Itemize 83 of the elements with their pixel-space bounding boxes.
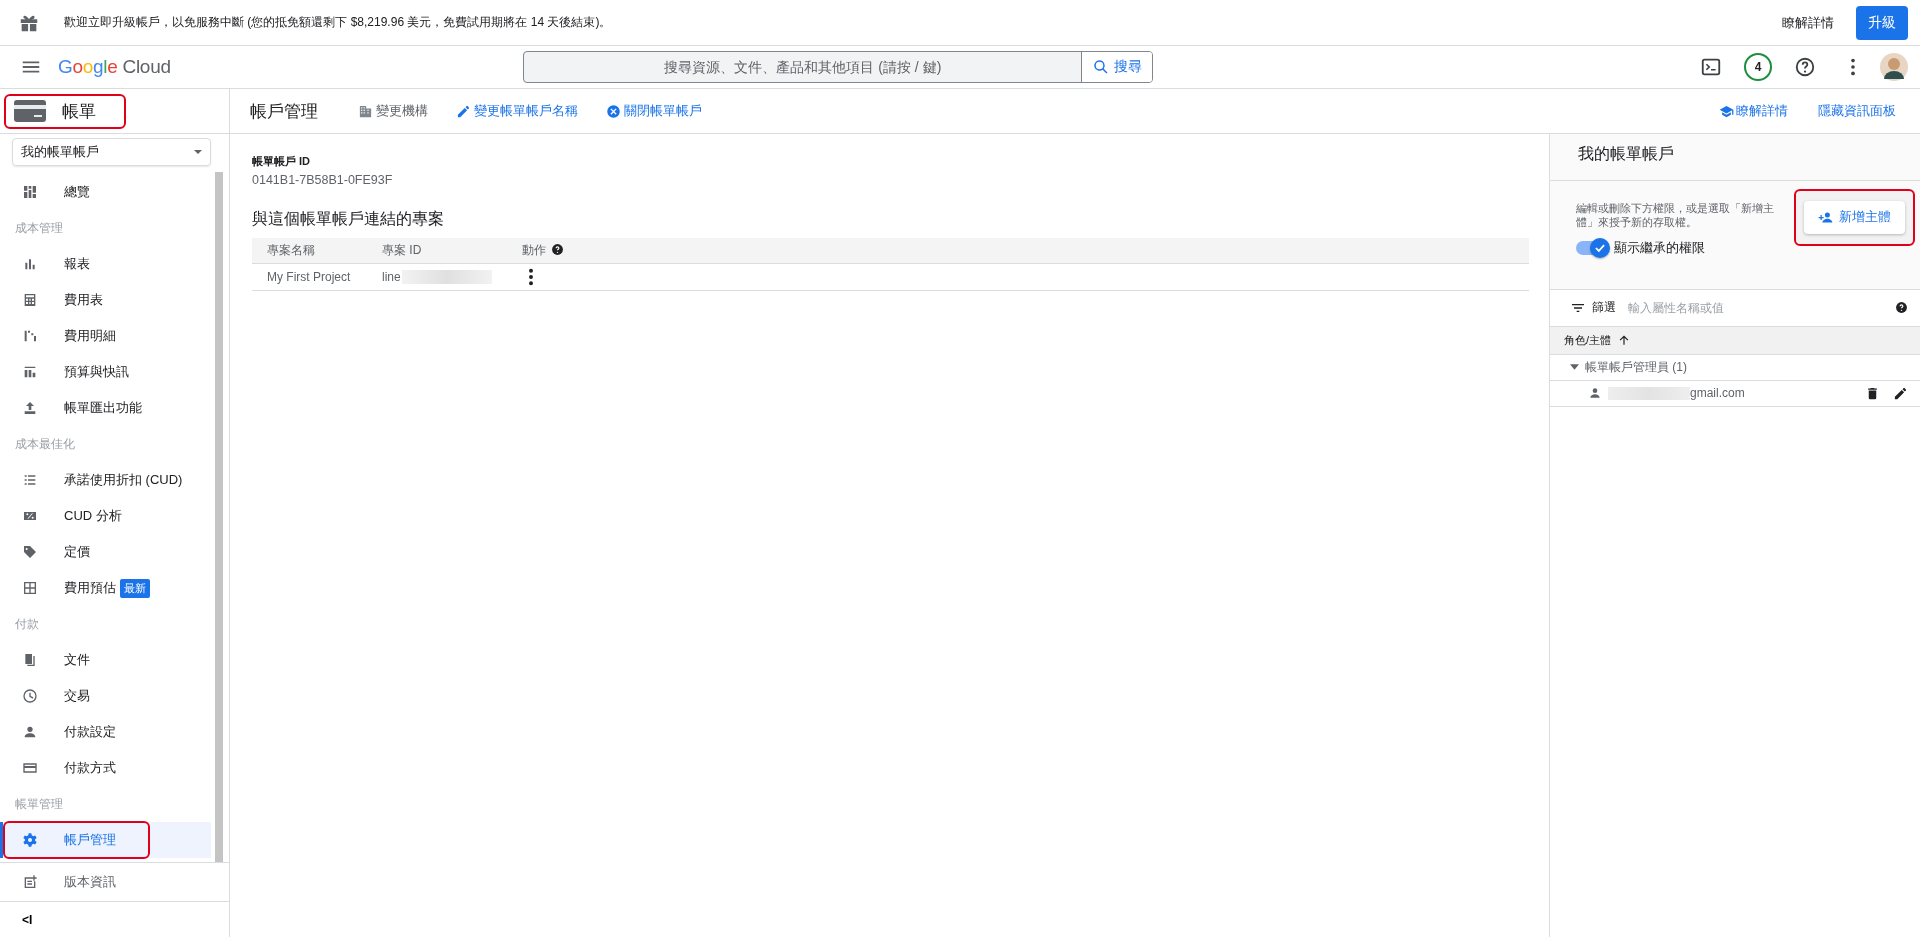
nav-item[interactable]: 報表 — [0, 246, 90, 282]
nav-section-heading: 付款 — [14, 615, 40, 633]
nav-item[interactable]: CUD 分析 — [0, 498, 122, 534]
credit-card-icon — [22, 760, 38, 776]
billing-card-icon — [14, 100, 46, 122]
learn-more-link[interactable]: 瞭解詳情 — [1719, 102, 1788, 120]
hide-info-panel-link[interactable]: 隱藏資訊面板 — [1818, 102, 1896, 120]
document-edit-icon — [22, 874, 38, 890]
add-principal-button[interactable]: 新增主體 — [1804, 201, 1905, 234]
column-header: 專案 ID — [367, 238, 507, 264]
help-icon[interactable] — [551, 243, 564, 256]
nav-item[interactable]: 交易 — [0, 678, 90, 714]
projects-heading: 與這個帳單帳戶連結的專案 — [252, 209, 445, 229]
account-id-label: 帳單帳戶 ID — [252, 154, 312, 169]
banner-message: 歡迎立即升級帳戶，以免服務中斷 (您的抵免額還剩下 $8,219.96 美元，免費試用期將在 14 天後結束)。 — [64, 14, 612, 31]
person-icon — [22, 724, 38, 740]
tag-icon — [22, 544, 38, 560]
column-header: 動作 — [507, 238, 1229, 264]
column-header: 專案名稱 — [252, 238, 367, 264]
table-icon — [22, 292, 38, 308]
help-icon[interactable] — [1794, 56, 1816, 78]
nav-item[interactable]: 付款設定 — [0, 714, 116, 750]
search-field[interactable]: 搜尋資源、文件、產品和其他項目 (請按 / 鍵) 搜尋 — [523, 51, 1154, 83]
learn-more-link[interactable]: 瞭解詳情 — [1782, 13, 1834, 32]
filter-field[interactable]: 輸入屬性名稱或值 — [1626, 299, 1895, 316]
gear-icon — [22, 832, 38, 848]
nav-item[interactable]: 文件 — [0, 642, 90, 678]
member-email: gmail.com — [1690, 386, 1745, 401]
nav-item[interactable]: 費用預估 — [0, 570, 116, 606]
avatar[interactable] — [1880, 53, 1908, 81]
new-badge: 最新 — [120, 578, 150, 598]
toggle-label: 顯示繼承的權限 — [1614, 239, 1705, 257]
upload-icon — [22, 400, 38, 416]
graduation-cap-icon — [1719, 103, 1734, 119]
toolbar-action[interactable]: 變更帳單帳戶名稱 — [456, 102, 578, 120]
nav-section-heading: 帳單管理 — [14, 795, 64, 813]
nav-section-heading: 成本管理 — [14, 219, 64, 237]
budget-chart-icon — [22, 364, 38, 380]
add-person-icon — [1818, 210, 1833, 225]
edit-icon[interactable] — [1893, 385, 1908, 401]
caret-icon — [194, 150, 202, 154]
upgrade-button[interactable]: 升級 — [1856, 5, 1908, 40]
more-icon[interactable] — [528, 268, 534, 286]
column-header: 角色/主體 — [1564, 332, 1612, 348]
delete-icon[interactable] — [1865, 385, 1880, 401]
notification-count[interactable]: 4 — [1744, 53, 1772, 81]
panel-title: 我的帳單帳戶 — [1550, 134, 1920, 181]
document-icon — [22, 652, 38, 668]
terminal-icon[interactable] — [1700, 56, 1722, 78]
table-cell: My First Project — [267, 270, 351, 284]
role-group-label: 帳單帳戶管理員 (1) — [1585, 358, 1687, 376]
expand-caret-icon[interactable] — [1570, 364, 1579, 371]
dashboard-icon — [22, 184, 38, 200]
clock-icon — [22, 688, 38, 704]
nav-section-heading: 成本最佳化 — [14, 435, 76, 453]
calculator-icon — [22, 580, 38, 596]
product-title: 帳單 — [62, 100, 96, 123]
nav-item[interactable]: 預算與快訊 — [0, 354, 129, 390]
google-cloud-logo[interactable]: Google Cloud — [58, 56, 171, 78]
search-button[interactable]: 搜尋 — [1081, 52, 1153, 82]
nav-item[interactable]: 帳單匯出功能 — [0, 390, 142, 426]
person-icon — [1588, 386, 1602, 401]
nav-item[interactable]: 定價 — [0, 534, 90, 570]
table-cell: line — [382, 270, 401, 284]
account-dropdown[interactable]: 我的帳單帳戶 — [12, 138, 211, 166]
building-icon — [358, 103, 373, 119]
nav-item[interactable]: 付款方式 — [0, 750, 116, 786]
list-icon — [22, 472, 38, 488]
nav-item[interactable]: 費用明細 — [0, 318, 116, 354]
pencil-icon — [456, 103, 471, 119]
bar-chart-icon — [22, 256, 38, 272]
nav-item[interactable]: 承諾使用折扣 (CUD) — [0, 462, 183, 498]
toolbar-action[interactable]: 關閉帳單帳戶 — [606, 102, 702, 120]
toggle-switch[interactable] — [1576, 241, 1608, 256]
panel-description: 編輯或刪除下方權限，或是選取「新增主體」來授予新的存取權。 — [1576, 201, 1775, 230]
help-icon[interactable] — [1895, 301, 1908, 315]
nav-item[interactable]: 總覽 — [0, 174, 90, 210]
nav-item[interactable]: 費用表 — [0, 282, 103, 318]
filter-label: 篩選 — [1592, 299, 1616, 317]
scrollbar[interactable] — [215, 172, 223, 862]
page-title: 帳戶管理 — [250, 100, 318, 123]
account-id-value: 0141B1-7B58B1-0FE93F — [252, 173, 394, 187]
breakdown-chart-icon — [22, 328, 38, 344]
